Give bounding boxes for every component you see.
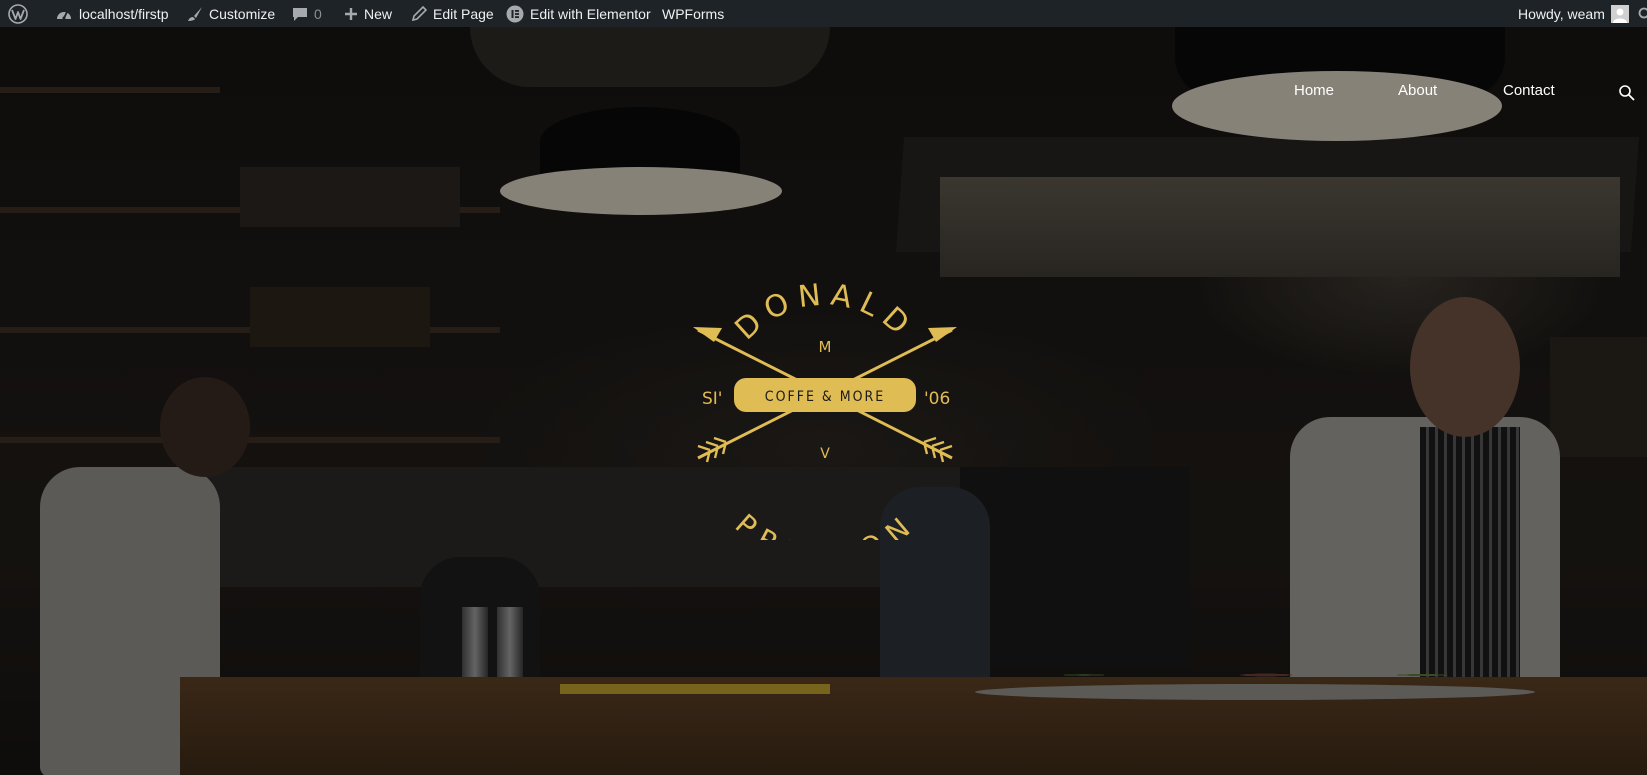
elementor-label: Edit with Elementor: [530, 5, 651, 22]
customize-link[interactable]: Customize: [187, 0, 275, 27]
elementor-icon: [506, 5, 524, 22]
donald-preston-logo: COFFE & MORE DONALD PRESTON SI' '06 M V: [693, 277, 957, 540]
nav-contact[interactable]: Contact: [1503, 82, 1555, 99]
site-name-label: localhost/firstp: [79, 5, 169, 22]
logo-bottom-arc: PRESTON: [729, 507, 915, 540]
logo-top-arc: DONALD: [728, 277, 913, 347]
logo-bottom-text: PRESTON: [729, 507, 921, 540]
logo-upper-letter: M: [819, 338, 832, 356]
logo-banner-text: COFFE & MORE: [765, 389, 885, 405]
customize-label: Customize: [209, 5, 276, 22]
new-label: New: [364, 5, 393, 22]
logo-lower-letter: V: [820, 446, 830, 462]
edit-page-link[interactable]: Edit Page: [411, 0, 494, 27]
comments-count: 0: [314, 5, 322, 22]
wpforms-label: WPForms: [662, 5, 725, 22]
pencil-icon: [411, 5, 427, 21]
brush-icon: [188, 6, 202, 21]
logo-left-text: SI': [702, 389, 722, 409]
plus-icon: [345, 7, 357, 20]
nav-about[interactable]: About: [1398, 82, 1437, 99]
comment-icon: [293, 7, 307, 21]
edit-with-elementor-link[interactable]: Edit with Elementor: [506, 0, 651, 27]
admin-bar: localhost/firstp Customize 0 New Edit Pa…: [0, 0, 1647, 27]
my-account-menu[interactable]: Howdy, weam: [1518, 0, 1629, 27]
wpforms-link[interactable]: WPForms: [662, 0, 724, 27]
wordpress-menu[interactable]: [8, 0, 28, 27]
search-icon[interactable]: [1618, 84, 1636, 102]
new-content-link[interactable]: New: [344, 0, 392, 27]
site-name-link[interactable]: localhost/firstp: [55, 0, 168, 27]
avatar-icon: [1610, 4, 1629, 23]
logo-top-text: DONALD: [728, 277, 921, 347]
wordpress-icon: [8, 3, 28, 24]
nav-home[interactable]: Home: [1294, 82, 1334, 99]
logo-right-text: '06: [924, 389, 950, 409]
edit-page-label: Edit Page: [433, 5, 494, 22]
comments-link[interactable]: 0: [292, 0, 322, 27]
howdy-label: Howdy, weam: [1518, 5, 1605, 22]
admin-search-icon[interactable]: [1638, 0, 1647, 27]
dashboard-icon: [57, 11, 71, 19]
